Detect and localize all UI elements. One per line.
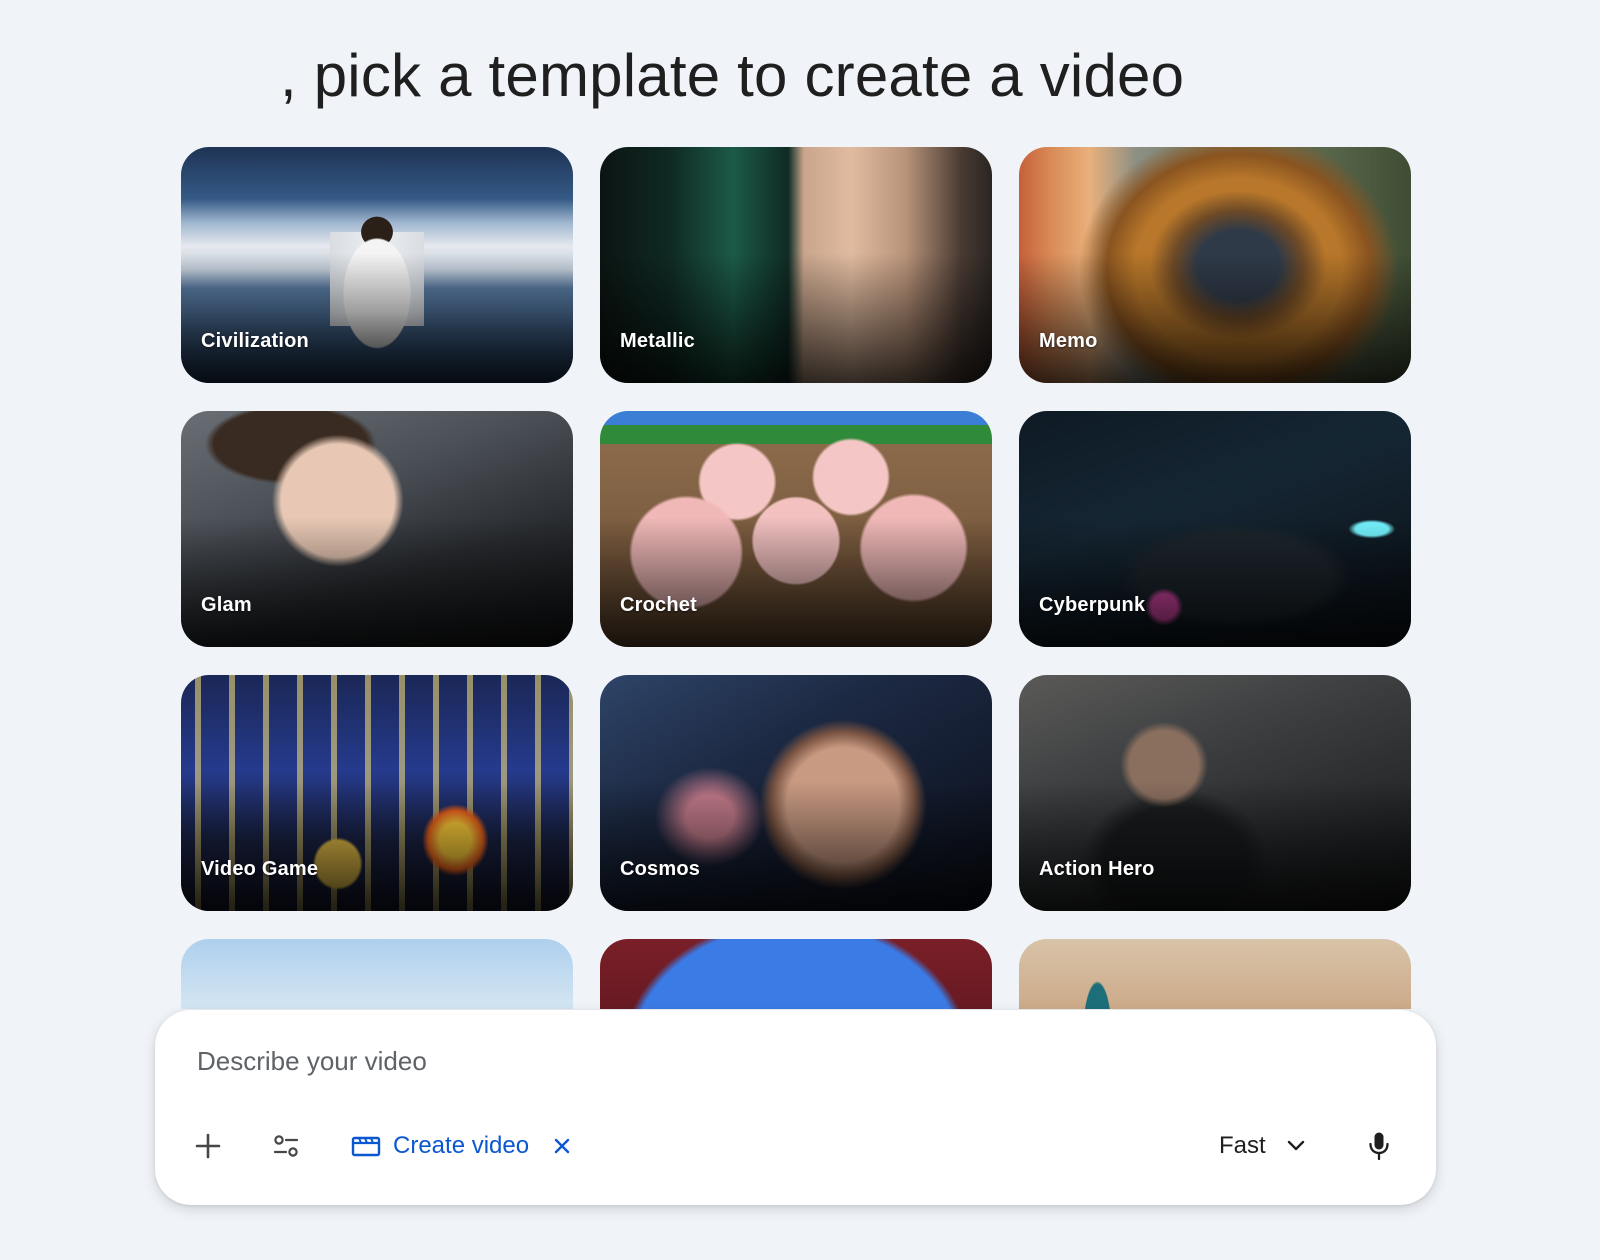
card-shade — [181, 517, 573, 647]
clapperboard-icon — [351, 1136, 381, 1157]
template-label: Crochet — [620, 594, 697, 616]
template-label: Glam — [201, 594, 252, 616]
template-card-cartoon[interactable] — [600, 939, 992, 1009]
template-label: Video Game — [201, 858, 319, 880]
card-shade — [1019, 253, 1411, 383]
card-shade — [181, 781, 573, 911]
page-title: , pick a template to create a video — [280, 42, 1185, 109]
prompt-composer: Create video Fast — [155, 1010, 1436, 1205]
template-card-memo[interactable]: Memo — [1019, 147, 1411, 383]
plus-icon — [195, 1133, 221, 1159]
template-grid: Civilization Metallic Memo Glam Crochet … — [181, 147, 1411, 1009]
model-selector[interactable]: Fast — [1219, 1122, 1306, 1170]
template-card-cyberpunk[interactable]: Cyberpunk — [1019, 411, 1411, 647]
card-shade — [600, 253, 992, 383]
card-shade — [600, 781, 992, 911]
card-shade — [1019, 781, 1411, 911]
template-label: Cyberpunk — [1039, 594, 1146, 616]
microphone-icon — [1369, 1132, 1389, 1161]
template-card-cosmos[interactable]: Cosmos — [600, 675, 992, 911]
card-shade — [1019, 517, 1411, 647]
template-label: Metallic — [620, 330, 695, 352]
template-card-civilization[interactable]: Civilization — [181, 147, 573, 383]
tools-button[interactable] — [262, 1122, 310, 1170]
template-label: Civilization — [201, 330, 309, 352]
template-card-crochet[interactable]: Crochet — [600, 411, 992, 647]
remove-chip-button[interactable] — [547, 1131, 577, 1161]
template-card-glam[interactable]: Glam — [181, 411, 573, 647]
composer-toolbar: Create video Fast — [155, 1122, 1436, 1170]
template-card-nature[interactable] — [181, 939, 573, 1009]
model-selected-label: Fast — [1219, 1132, 1266, 1159]
tune-icon — [273, 1135, 299, 1157]
card-shade — [600, 517, 992, 647]
template-card-action-hero[interactable]: Action Hero — [1019, 675, 1411, 911]
chevron-down-icon — [1287, 1140, 1304, 1151]
create-video-chip[interactable]: Create video — [351, 1122, 577, 1170]
card-shade — [181, 253, 573, 383]
create-video-label: Create video — [393, 1132, 530, 1159]
template-label: Cosmos — [620, 858, 701, 880]
microphone-button[interactable] — [1355, 1122, 1403, 1170]
close-icon — [554, 1138, 570, 1154]
template-card-video-game[interactable]: Video Game — [181, 675, 573, 911]
add-button[interactable] — [184, 1122, 232, 1170]
template-label: Memo — [1039, 330, 1098, 352]
template-card-metallic[interactable]: Metallic — [600, 147, 992, 383]
template-label: Action Hero — [1039, 858, 1155, 880]
prompt-input[interactable] — [195, 1040, 1199, 1082]
template-card-pottery[interactable] — [1019, 939, 1411, 1009]
